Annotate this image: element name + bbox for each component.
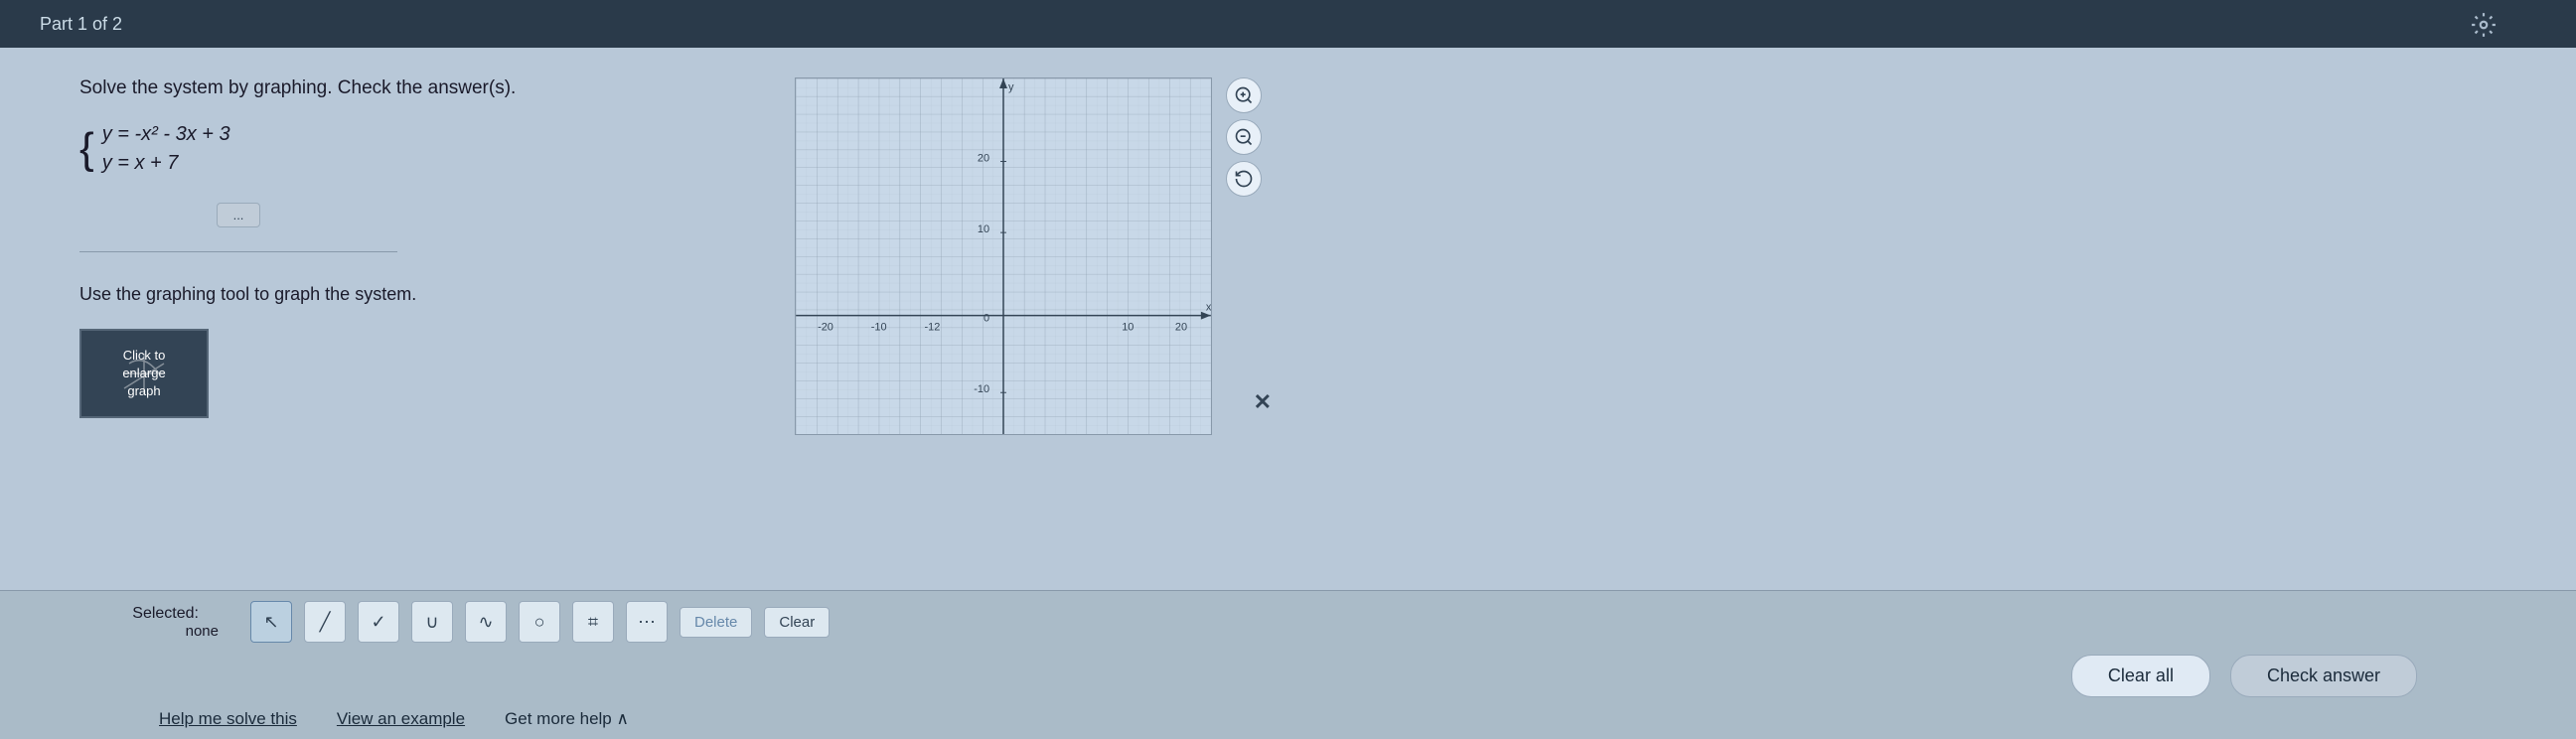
toolbar-row: Selected: none ↖ ╱ ✓ ∪ ∿ ○ ⌗ ⋯ Delete Cl… [79,601,2497,643]
region-tool-button[interactable]: ⌗ [572,601,614,643]
svg-text:10: 10 [1122,322,1134,334]
svg-text:20: 20 [978,153,989,165]
zoom-controls [1226,77,1262,197]
selected-group: Selected: none [79,605,219,640]
line-tool-button[interactable]: ╱ [304,601,346,643]
svg-text:10: 10 [978,223,989,235]
svg-text:-20: -20 [818,322,833,334]
svg-text:-10: -10 [871,322,887,334]
expand-button[interactable]: ... [217,203,261,227]
dots-tool-button[interactable]: ⋯ [626,601,668,643]
circle-tool-button[interactable]: ○ [519,601,560,643]
equations-list: y = -x² - 3x + 3 y = x + 7 [102,123,230,175]
svg-text:x: x [1206,302,1211,314]
delete-button[interactable]: Delete [680,607,752,638]
left-panel: Solve the system by graphing. Check the … [79,77,755,580]
selected-value: none [186,623,219,640]
union-tool-button[interactable]: ∪ [411,601,453,643]
check-tool-button[interactable]: ✓ [358,601,399,643]
settings-icon[interactable] [2471,12,2497,38]
svg-text:0: 0 [984,313,989,325]
content-area: Solve the system by graphing. Check the … [0,48,2576,590]
equation-2: y = x + 7 [102,152,230,175]
zoom-out-button[interactable] [1226,119,1262,155]
selected-label: Selected: [79,605,199,623]
action-row: Clear all Check answer [79,655,2497,697]
problem-instruction: Solve the system by graphing. Check the … [79,77,755,99]
view-example-link[interactable]: View an example [337,709,465,729]
graph-container: x y 20 10 0 -10 -20 -10 -12 10 [795,77,1212,435]
top-bar: Part 1 of 2 [0,0,2576,48]
zoom-in-button[interactable] [1226,77,1262,113]
graph-area: x y 20 10 0 -10 -20 -10 -12 10 [795,77,2536,580]
svg-text:-12: -12 [925,322,941,334]
help-solve-link[interactable]: Help me solve this [159,709,297,729]
clear-button[interactable]: Clear [764,607,830,638]
svg-text:y: y [1008,81,1014,93]
pointer-tool-button[interactable]: ↖ [250,601,292,643]
bottom-section: Selected: none ↖ ╱ ✓ ∪ ∿ ○ ⌗ ⋯ Delete Cl… [0,590,2576,739]
divider [79,251,397,252]
equations-box: { y = -x² - 3x + 3 y = x + 7 [79,123,755,175]
footer-links: Help me solve this View an example Get m… [79,709,2497,729]
main-container: Part 1 of 2 Solve the system by graphing… [0,0,2576,739]
check-answer-button[interactable]: Check answer [2230,655,2417,697]
equation-1: y = -x² - 3x + 3 [102,123,230,146]
clear-all-button[interactable]: Clear all [2071,655,2210,697]
graphing-instruction: Use the graphing tool to graph the syste… [79,284,755,305]
graph-canvas[interactable]: x y 20 10 0 -10 -20 -10 -12 10 [795,77,1212,435]
svg-text:-10: -10 [974,383,989,395]
part-label: Part 1 of 2 [40,14,122,35]
close-button[interactable]: ✕ [1254,389,1272,415]
brace-symbol: { [79,127,94,171]
wave-tool-button[interactable]: ∿ [465,601,507,643]
svg-text:20: 20 [1175,322,1187,334]
graph-thumbnail[interactable]: Click to enlarge graph [79,329,209,418]
get-more-help-link[interactable]: Get more help ∧ [505,709,629,729]
reset-view-button[interactable] [1226,161,1262,197]
